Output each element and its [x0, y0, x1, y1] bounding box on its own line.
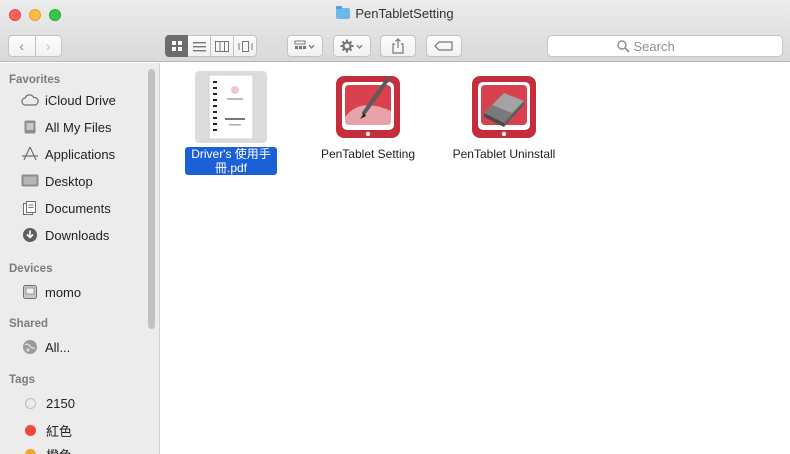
sidebar-section-devices: Devices [9, 263, 53, 275]
sidebar-item-documents[interactable]: Documents [21, 197, 111, 219]
desktop-icon [21, 172, 39, 190]
sidebar-item-label: All My Files [45, 119, 112, 135]
gear-icon [340, 39, 363, 53]
sidebar-section-favorites: Favorites [9, 74, 61, 86]
search-icon [616, 39, 630, 53]
tag-icon [434, 41, 453, 51]
sidebar-item-label: Desktop [45, 173, 93, 189]
sidebar-item-label: All... [45, 339, 71, 355]
tag-color-dot [25, 448, 36, 454]
column-view-button[interactable] [211, 35, 234, 57]
all-files-icon [21, 118, 39, 136]
sidebar-section-shared: Shared [9, 318, 48, 330]
sidebar-tag-2150[interactable]: 2150 [21, 392, 75, 414]
sidebar-item-applications[interactable]: Applications [21, 143, 115, 165]
sidebar-item-downloads[interactable]: Downloads [21, 224, 109, 246]
file-item-pentablet-setting[interactable]: PenTablet Setting [303, 71, 433, 161]
icon-view-button[interactable] [165, 35, 188, 57]
network-icon [21, 338, 39, 356]
sidebar-item-desktop[interactable]: Desktop [21, 170, 93, 192]
list-view-button[interactable] [188, 35, 211, 57]
sidebar-item-label: Downloads [45, 227, 110, 243]
applications-icon [21, 145, 39, 163]
column-view-icon [215, 40, 229, 52]
sidebar-item-all-my-files[interactable]: All My Files [21, 116, 111, 138]
sidebar-item-icloud-drive[interactable]: iCloud Drive [21, 89, 116, 111]
icon-view-icon [171, 41, 182, 51]
tag-color-dot [25, 397, 36, 409]
file-name-label: Driver's 使用手冊.pdf [185, 147, 277, 175]
list-view-icon [192, 41, 206, 51]
file-browser-icon-view[interactable]: Driver's 使用手冊.pdf PenTablet Setting PenT… [161, 63, 790, 454]
disk-icon [21, 283, 39, 301]
sidebar-item-shared-all[interactable]: All... [21, 336, 70, 358]
documents-icon [21, 199, 39, 217]
sidebar-item-label: Applications [45, 146, 116, 162]
file-item-driver-manual-pdf[interactable]: Driver's 使用手冊.pdf [166, 71, 296, 175]
sidebar-item-label: iCloud Drive [45, 92, 116, 108]
forward-button[interactable]: › [35, 35, 62, 57]
sidebar-tag-orange[interactable]: 橙色 [21, 443, 72, 454]
window-toolbar: PenTabletSetting ‹ › [0, 0, 790, 62]
downloads-icon [21, 226, 39, 244]
cover-flow-view-button[interactable] [234, 35, 257, 57]
sidebar-item-label: 橙色 [46, 445, 72, 454]
file-item-pentablet-uninstall[interactable]: PenTablet Uninstall [439, 71, 569, 161]
file-name-label: PenTablet Uninstall [452, 147, 556, 161]
sidebar-section-tags: Tags [9, 374, 35, 386]
search-input[interactable] [633, 38, 714, 54]
cover-flow-view-icon [238, 40, 252, 52]
sidebar-scrollbar[interactable] [148, 69, 155, 329]
share-button[interactable] [380, 35, 416, 57]
window-title-area: PenTabletSetting [0, 6, 790, 21]
action-menu-button[interactable] [333, 35, 371, 57]
tags-button[interactable] [426, 35, 462, 57]
file-name-label: PenTablet Setting [320, 147, 416, 161]
cloud-icon [21, 91, 39, 109]
pdf-document-icon [195, 71, 267, 143]
navigation-buttons: ‹ › [8, 35, 62, 57]
window-title: PenTabletSetting [355, 6, 454, 21]
view-mode-buttons [165, 35, 257, 57]
pentablet-setting-app-icon [332, 71, 404, 143]
folder-icon [336, 6, 351, 19]
tag-color-dot [25, 424, 36, 436]
sidebar-item-label: momo [45, 284, 82, 300]
sidebar-tag-red[interactable]: 紅色 [21, 419, 72, 441]
arrange-grid-icon [294, 40, 315, 50]
sidebar-item-label: Documents [45, 200, 111, 216]
sidebar-item-label: 紅色 [46, 423, 73, 439]
search-field[interactable] [547, 35, 783, 57]
pentablet-uninstall-app-icon [468, 71, 540, 143]
back-button[interactable]: ‹ [8, 35, 36, 57]
sidebar: Favorites iCloud Drive All My Files Appl… [0, 63, 160, 454]
arrange-menu-button[interactable] [287, 35, 323, 57]
sidebar-item-label: 2150 [46, 395, 75, 411]
share-icon [392, 38, 404, 54]
sidebar-item-momo[interactable]: momo [21, 281, 81, 303]
